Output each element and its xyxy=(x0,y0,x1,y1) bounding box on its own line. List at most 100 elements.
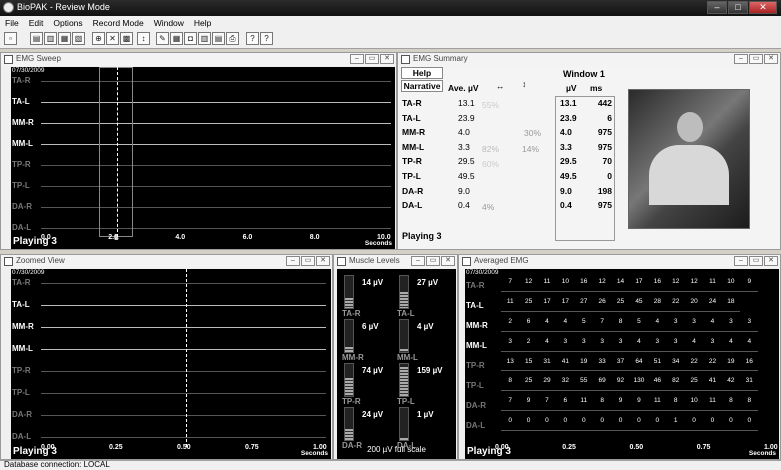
help-button[interactable]: Help xyxy=(401,67,443,79)
report-icon[interactable]: ▤ xyxy=(212,32,225,45)
video-frame[interactable] xyxy=(628,89,750,229)
channel-label: TP-L xyxy=(12,181,30,190)
averaged-grid: 7 12 11 10 16 12 14 17 16 12 12 11 10 9 11 25 17 17 27 26 25… xyxy=(501,272,759,431)
summary-average: 0.4 xyxy=(458,200,470,211)
context-help-icon[interactable]: ? xyxy=(260,32,273,45)
grid-cell: 3 xyxy=(721,311,741,332)
close-icon[interactable]: ✕ xyxy=(764,256,778,266)
level-value: 159 µV xyxy=(417,366,443,375)
grid-row: 7 9 7 6 11 8 9 9 11 8 10 11 8 8 xyxy=(501,390,759,412)
menu-record-mode[interactable]: Record Mode xyxy=(93,18,144,28)
table-icon[interactable]: ▦ xyxy=(170,32,183,45)
time-cursor[interactable] xyxy=(186,269,187,447)
minimize-icon[interactable]: – xyxy=(707,1,727,14)
paste-icon[interactable]: ▦ xyxy=(58,32,71,45)
restore-icon[interactable]: ▭ xyxy=(301,256,315,266)
minimize-icon[interactable]: – xyxy=(350,54,364,64)
grid-cell: 0 xyxy=(703,410,722,431)
level-value: 6 µV xyxy=(362,322,379,331)
grid-cell: 31 xyxy=(740,370,759,392)
summary-channel: MM-R xyxy=(402,127,426,138)
minimize-icon[interactable]: – xyxy=(286,256,300,266)
grid-cell: 29 xyxy=(537,370,557,392)
grid-cell: 0 xyxy=(574,410,593,431)
edit-icon[interactable]: ✎ xyxy=(156,32,169,45)
restore-icon[interactable]: ▭ xyxy=(749,54,763,64)
summary-channel: MM-L xyxy=(402,141,425,152)
copy-icon[interactable]: ▥ xyxy=(44,32,57,45)
grid-cell: 92 xyxy=(611,370,630,392)
grid-cell: 3 xyxy=(611,331,630,352)
minimize-icon[interactable]: – xyxy=(411,256,425,266)
menu-window[interactable]: Window xyxy=(154,18,184,28)
sweep-scope[interactable]: 07/30/2009 TA-R TA-L MM-R MM-L TP-R TP-L DA-R D… xyxy=(11,67,395,249)
grid-icon[interactable]: ▩ xyxy=(120,32,133,45)
grid-cell: 46 xyxy=(648,370,667,392)
grid-cell: 0 xyxy=(648,410,667,431)
panel-title: Zoomed View xyxy=(16,256,65,265)
summary-average: 23.9 xyxy=(458,112,475,123)
channel-label: MM-L xyxy=(12,344,33,353)
scale-icon[interactable]: ✕ xyxy=(106,32,119,45)
grid-cell: 1 xyxy=(666,410,685,431)
summary-window-ms: 975 xyxy=(597,127,612,138)
menu-options[interactable]: Options xyxy=(53,18,82,28)
open-icon[interactable]: ▤ xyxy=(30,32,43,45)
zoom-scope[interactable]: 07/30/2009 TA-R TA-L MM-R MM-L TP-R TP-L DA-R D… xyxy=(11,269,331,459)
menu-file[interactable]: File xyxy=(5,18,19,28)
zoom-icon[interactable]: ⊕ xyxy=(92,32,105,45)
close-icon[interactable]: ✕ xyxy=(441,256,455,266)
summary-channel: TA-L xyxy=(402,112,421,123)
chart-icon[interactable]: ▥ xyxy=(198,32,211,45)
seconds-label: Seconds xyxy=(300,450,328,457)
grid-cell: 11 xyxy=(703,390,722,412)
zoom-window-marker[interactable] xyxy=(99,67,133,237)
maximize-icon[interactable]: □ xyxy=(728,1,748,14)
grid-cell: 41 xyxy=(703,370,722,392)
playing-label: Playing 3 xyxy=(13,236,57,247)
level-meter xyxy=(344,363,354,397)
averaged-display[interactable]: 07/30/2009 TA-R TA-L MM-R MM-L TP-R TP-L DA-R D… xyxy=(465,269,779,459)
close-icon[interactable]: ✕ xyxy=(764,54,778,64)
axis-tick: 0.75 xyxy=(245,444,259,451)
new-icon[interactable]: ▫ xyxy=(4,32,17,45)
minimize-icon[interactable]: – xyxy=(734,256,748,266)
updown-icon[interactable]: ↕ xyxy=(137,32,150,45)
grid-row: 8 25 29 32 55 69 92 130 46 82 25 41 42 31 xyxy=(501,370,759,392)
restore-icon[interactable]: ▭ xyxy=(426,256,440,266)
help-icon[interactable]: ? xyxy=(246,32,259,45)
grid-cell: 17 xyxy=(537,291,557,313)
print-icon[interactable]: ⎙ xyxy=(226,32,239,45)
axis-tick: 8.0 xyxy=(309,234,320,241)
close-icon[interactable]: ✕ xyxy=(380,54,394,64)
summary-average: 29.5 xyxy=(458,156,475,167)
level-meter xyxy=(344,407,354,441)
window-title: BioPAK - Review Mode xyxy=(17,2,110,12)
grid-cell: 34 xyxy=(666,351,685,372)
time-cursor[interactable] xyxy=(117,67,118,237)
grid-cell: 25 xyxy=(519,291,538,313)
grid-cell: 20 xyxy=(684,291,704,313)
grid-cell: 11 xyxy=(537,272,557,293)
grid-cell: 11 xyxy=(501,291,520,313)
menu-help[interactable]: Help xyxy=(194,18,211,28)
grid-cell: 0 xyxy=(611,410,630,431)
grid-cell: 0 xyxy=(537,410,557,431)
restore-icon[interactable]: ▭ xyxy=(365,54,379,64)
grid-cell: 11 xyxy=(648,390,667,412)
axis-tick: 0.75 xyxy=(696,444,711,451)
grid-cell: 3 xyxy=(684,311,704,332)
minimize-icon[interactable]: – xyxy=(734,54,748,64)
summary-window-uv: 4.0 xyxy=(560,127,572,138)
level-fill xyxy=(400,367,408,396)
close-icon[interactable]: ✕ xyxy=(749,1,777,14)
restore-icon[interactable]: ▭ xyxy=(749,256,763,266)
panel-title: EMG Summary xyxy=(413,54,468,63)
camera-icon[interactable]: ◘ xyxy=(184,32,197,45)
close-icon[interactable]: ✕ xyxy=(316,256,330,266)
channel-label: MM-R xyxy=(12,118,34,127)
narrative-button[interactable]: Narrative xyxy=(401,80,443,92)
menu-edit[interactable]: Edit xyxy=(29,18,44,28)
panel-icon xyxy=(401,55,410,64)
record-icon[interactable]: ▧ xyxy=(72,32,85,45)
